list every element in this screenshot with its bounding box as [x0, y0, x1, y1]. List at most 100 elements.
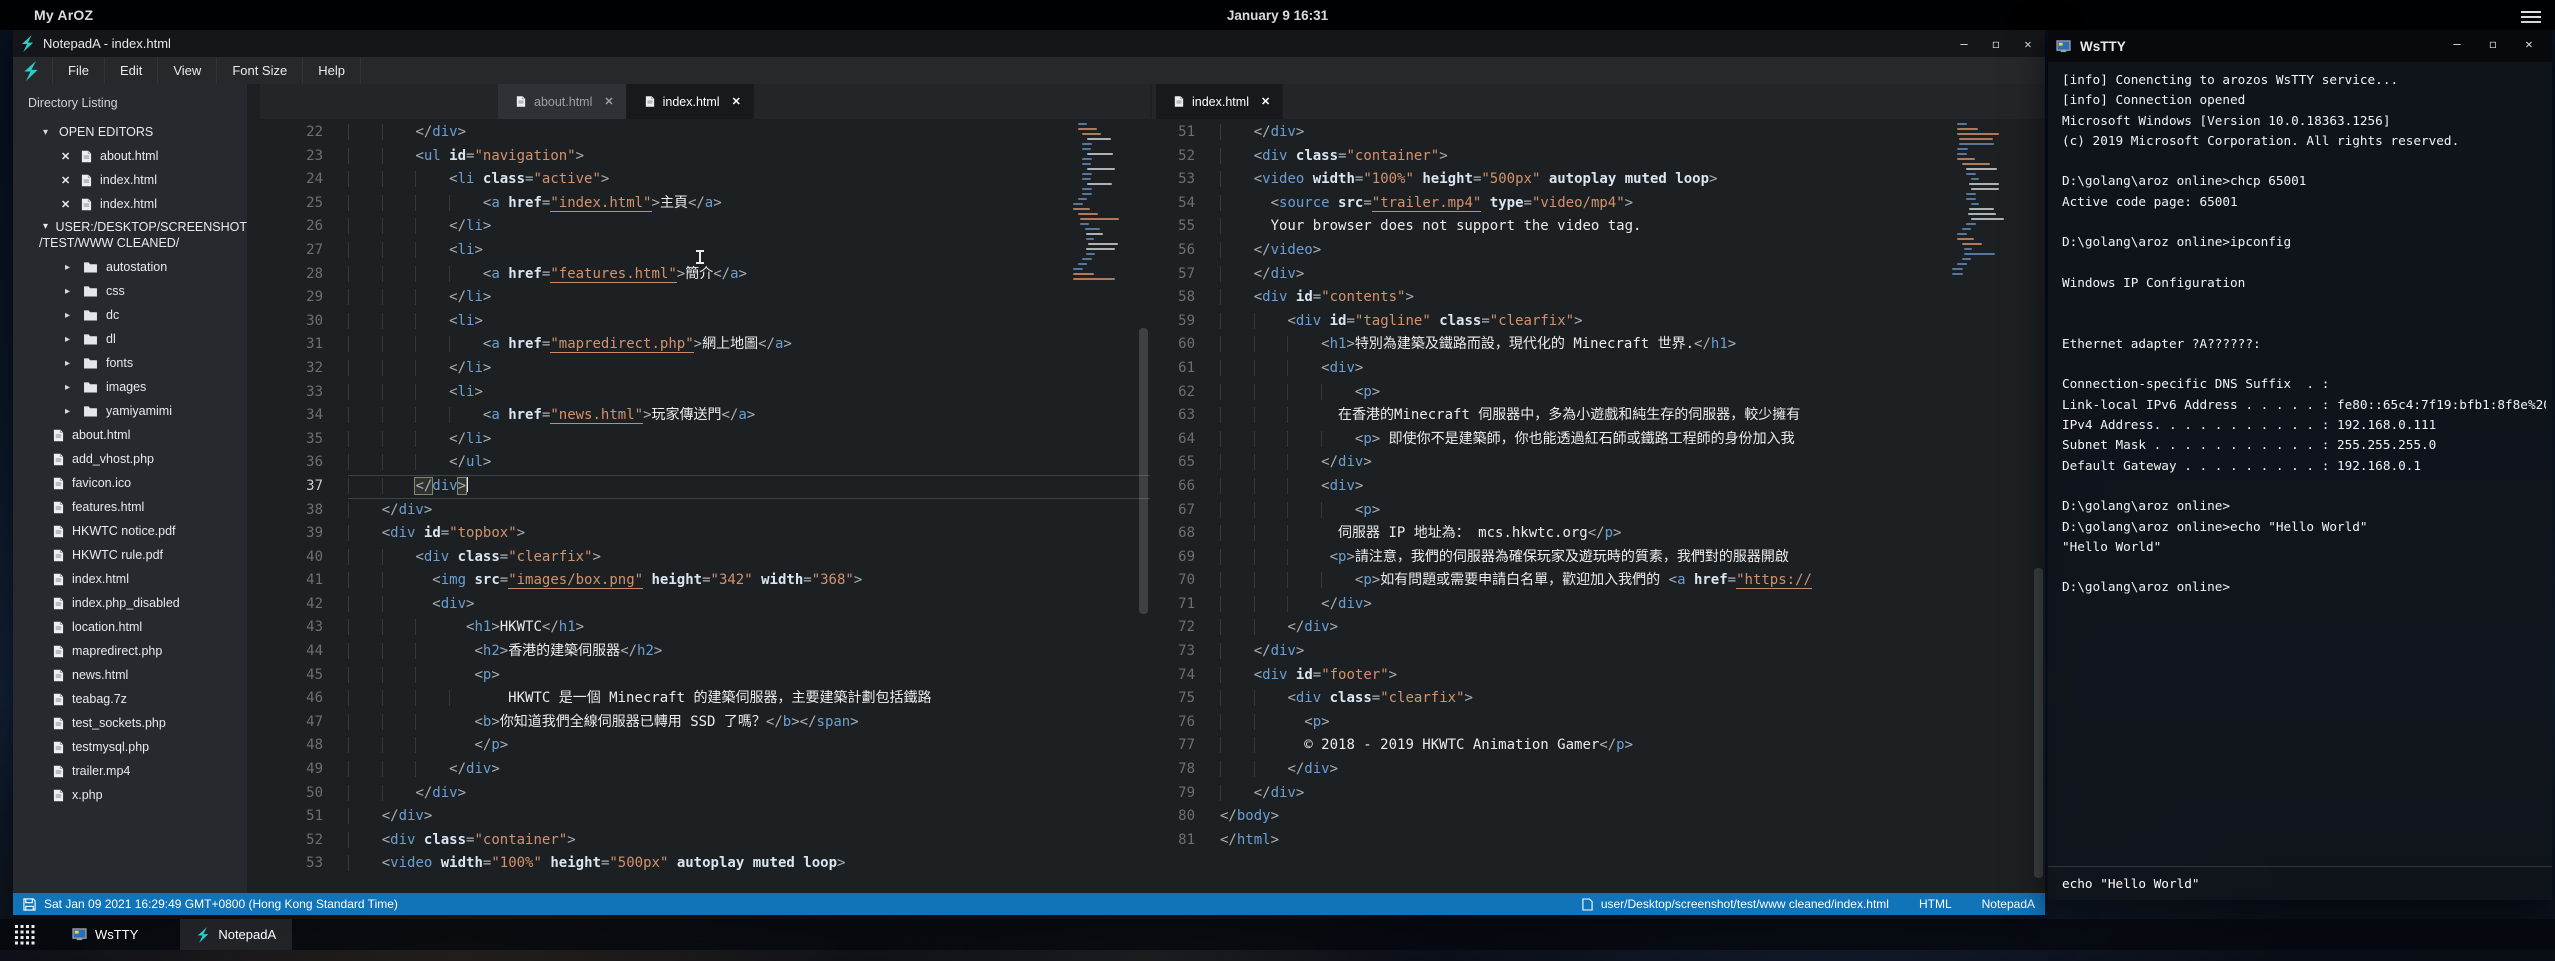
code-line[interactable]: </div>	[1220, 782, 2045, 806]
chevron-right-icon[interactable]: ▸	[65, 334, 77, 345]
tree-file[interactable]: index.html	[13, 567, 247, 591]
maximize-button[interactable]: ◻	[1989, 37, 2003, 51]
code-line[interactable]: © 2018 - 2019 HKWTC Animation Gamer</p>	[1220, 734, 2045, 758]
open-editor-item[interactable]: ✕about.html	[13, 144, 247, 168]
code-line[interactable]: <div class="clearfix">	[1220, 687, 2045, 711]
code-line[interactable]: <ul id="navigation">	[348, 145, 1150, 169]
chevron-right-icon[interactable]: ▸	[65, 358, 77, 369]
close-icon[interactable]: ✕	[61, 150, 75, 163]
code-line[interactable]: </div>	[348, 475, 1150, 499]
tree-file[interactable]: favicon.ico	[13, 471, 247, 495]
code-line[interactable]: </li>	[348, 215, 1150, 239]
terminal-output[interactable]: [info] Conencting to arozos WsTTY servic…	[2062, 70, 2546, 852]
tree-section-open-editors[interactable]: ▾OPEN EDITORS	[13, 120, 247, 144]
code-line[interactable]: <a href="news.html">玩家傳送門</a>	[348, 404, 1150, 428]
tree-folder[interactable]: ▸autostation	[13, 255, 247, 279]
code-line[interactable]: </div>	[1220, 593, 2045, 617]
code-line[interactable]: <div id="footer">	[1220, 664, 2045, 688]
code-line[interactable]: <div>	[348, 593, 1150, 617]
code-line[interactable]: <div id="topbox">	[348, 522, 1150, 546]
chevron-right-icon[interactable]: ▸	[65, 286, 77, 297]
code-editor[interactable]: 2223242526272829303132333435363738394041…	[260, 119, 1150, 893]
code-line[interactable]: <div id="tagline" class="clearfix">	[1220, 310, 2045, 334]
tree-file[interactable]: news.html	[13, 663, 247, 687]
editor-tab-about.html[interactable]: about.html✕	[498, 84, 627, 119]
chevron-right-icon[interactable]: ▸	[65, 262, 77, 273]
open-editor-item[interactable]: ✕index.html	[13, 168, 247, 192]
code-line[interactable]: </div>	[1220, 640, 2045, 664]
code-line[interactable]: <video width="100%" height="500px" autop…	[1220, 168, 2045, 192]
code-line[interactable]: <p>	[1220, 381, 2045, 405]
code-line[interactable]: <p>	[1220, 499, 2045, 523]
menu-item-file[interactable]: File	[52, 57, 105, 84]
code-line[interactable]: HKWTC 是一個 Minecraft 的建築伺服器，主要建築計劃包括鐵路	[348, 687, 1150, 711]
code-line[interactable]: <h1>HKWTC</h1>	[348, 616, 1150, 640]
code-line[interactable]: <div>	[1220, 357, 2045, 381]
minimize-button[interactable]: –	[2450, 37, 2464, 51]
close-button[interactable]: ✕	[2522, 37, 2536, 51]
tree-folder[interactable]: ▸dc	[13, 303, 247, 327]
close-icon[interactable]: ✕	[61, 174, 75, 187]
code-line[interactable]: </div>	[348, 782, 1150, 806]
code-line[interactable]: </div>	[1220, 121, 2045, 145]
code-line[interactable]: </body>	[1220, 805, 2045, 829]
code-line[interactable]: </div>	[348, 121, 1150, 145]
code-line[interactable]: <source src="trailer.mp4" type="video/mp…	[1220, 192, 2045, 216]
tree-folder[interactable]: ▸css	[13, 279, 247, 303]
close-icon[interactable]: ✕	[61, 198, 75, 211]
notepad-titlebar[interactable]: NotepadA - index.html – ◻ ✕	[13, 30, 2045, 57]
code-line[interactable]: </div>	[1220, 263, 2045, 287]
code-line[interactable]: </li>	[348, 357, 1150, 381]
code-line[interactable]: </video>	[1220, 239, 2045, 263]
tree-folder[interactable]: ▸fonts	[13, 351, 247, 375]
maximize-button[interactable]: ◻	[2486, 37, 2500, 51]
chevron-right-icon[interactable]: ▸	[65, 310, 77, 321]
code-line[interactable]: <img src="images/box.png" height="342" w…	[348, 569, 1150, 593]
statusbar-language[interactable]: HTML	[1919, 897, 1952, 911]
close-icon[interactable]: ✕	[1261, 95, 1270, 108]
code-line[interactable]: </div>	[1220, 616, 2045, 640]
tree-file[interactable]: trailer.mp4	[13, 759, 247, 783]
code-line[interactable]: <li>	[348, 310, 1150, 334]
tree-file[interactable]: HKWTC rule.pdf	[13, 543, 247, 567]
menu-item-view[interactable]: View	[158, 57, 217, 84]
tree-file[interactable]: test_sockets.php	[13, 711, 247, 735]
tree-file[interactable]: mapredirect.php	[13, 639, 247, 663]
taskbar-item-notepada[interactable]: NotepadA	[180, 919, 292, 950]
code-line[interactable]: <li class="active">	[348, 168, 1150, 192]
code-line[interactable]: <p>	[1220, 711, 2045, 735]
tree-file[interactable]: testmysql.php	[13, 735, 247, 759]
close-icon[interactable]: ✕	[604, 95, 613, 108]
code-line[interactable]: 伺服器 IP 地址為： mcs.hkwtc.org</p>	[1220, 522, 2045, 546]
system-menu-title[interactable]: My ArOZ	[34, 7, 93, 23]
wstty-titlebar[interactable]: WsTTY – ◻ ✕	[2048, 30, 2552, 62]
code-editor[interactable]: 5152535455565758596061626364656667686970…	[1152, 119, 2045, 893]
code-line[interactable]: <div class="clearfix">	[348, 546, 1150, 570]
code-line[interactable]: </div>	[348, 499, 1150, 523]
code-line[interactable]: Your browser does not support the video …	[1220, 215, 2045, 239]
code-line[interactable]: </div>	[348, 805, 1150, 829]
close-icon[interactable]: ✕	[732, 95, 741, 108]
tree-file[interactable]: HKWTC notice.pdf	[13, 519, 247, 543]
editor-tab-index.html[interactable]: index.html✕	[627, 84, 754, 119]
code-line[interactable]: <div>	[1220, 475, 2045, 499]
chevron-right-icon[interactable]: ▸	[65, 406, 77, 417]
menu-item-edit[interactable]: Edit	[105, 57, 158, 84]
tree-file[interactable]: location.html	[13, 615, 247, 639]
tree-folder[interactable]: ▸images	[13, 375, 247, 399]
terminal-input[interactable]: echo "Hello World"	[2048, 866, 2552, 900]
code-line[interactable]: <li>	[348, 381, 1150, 405]
code-line[interactable]: <b>你知道我們全線伺服器已轉用 SSD 了嗎？</b></span>	[348, 711, 1150, 735]
code-line[interactable]: <h1>特別為建築及鐵路而設，現代化的 Minecraft 世界.</h1>	[1220, 333, 2045, 357]
tree-file[interactable]: index.php_disabled	[13, 591, 247, 615]
editor-tab-index.html[interactable]: index.html✕	[1156, 84, 1283, 119]
code-line[interactable]: <div id="contents">	[1220, 286, 2045, 310]
menu-item-font-size[interactable]: Font Size	[217, 57, 303, 84]
code-line[interactable]: 在香港的Minecraft 伺服器中，多為小遊戲和純生存的伺服器，較少擁有	[1220, 404, 2045, 428]
tree-folder[interactable]: ▸dl	[13, 327, 247, 351]
code-line[interactable]: <h2>香港的建築伺服器</h2>	[348, 640, 1150, 664]
code-line[interactable]: </html>	[1220, 829, 2045, 853]
code-line[interactable]: </div>	[348, 758, 1150, 782]
hamburger-menu-icon[interactable]	[2521, 8, 2541, 22]
code-line[interactable]: </div>	[1220, 758, 2045, 782]
